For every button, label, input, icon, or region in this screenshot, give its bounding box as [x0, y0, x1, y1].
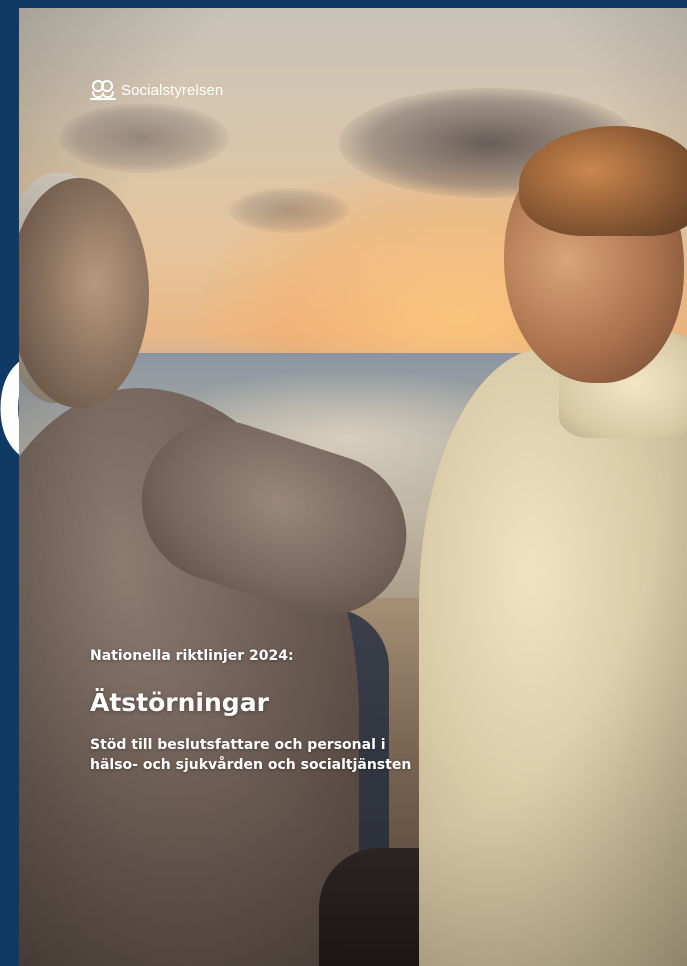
socialstyrelsen-emblem-icon: [90, 80, 116, 100]
report-subtitle: Stöd till beslutsfattare och personal i …: [90, 735, 530, 776]
subtitle-line: Stöd till beslutsfattare och personal i: [90, 737, 386, 753]
page: d: [0, 0, 687, 966]
report-title: Ätstörningar: [90, 688, 269, 717]
series-title: Nationella riktlinjer 2024:: [90, 648, 294, 664]
logo-text: Socialstyrelsen: [121, 81, 224, 99]
report-cover: Socialstyrelsen Nationella riktlinjer 20…: [19, 8, 687, 966]
cover-text: Nationella riktlinjer 2024: Ätstörningar…: [90, 648, 530, 776]
subtitle-line: hälso- och sjukvården och socialtjänsten: [90, 757, 412, 774]
socialstyrelsen-logo: Socialstyrelsen: [89, 78, 223, 102]
